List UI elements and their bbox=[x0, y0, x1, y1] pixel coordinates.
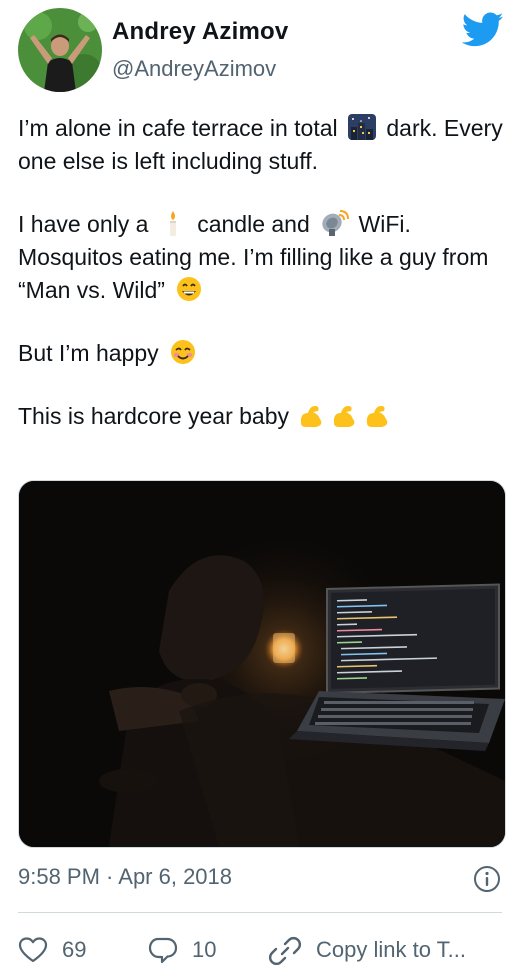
info-icon[interactable] bbox=[472, 864, 502, 894]
twitter-bird-icon[interactable] bbox=[462, 12, 504, 48]
reply-count: 10 bbox=[192, 937, 217, 962]
tweet-text-1a: I’m alone in cafe terrace in total bbox=[18, 115, 338, 141]
link-icon bbox=[268, 936, 302, 965]
tweet-paragraph-1: I’m alone in cafe terrace in total dark.… bbox=[18, 112, 508, 178]
tweet-actions: 69 10 Copy link to T... bbox=[18, 930, 508, 970]
tweet-timestamp[interactable]: 9:58 PM · Apr 6, 2018 bbox=[18, 864, 232, 890]
satellite-antenna-emoji-icon bbox=[322, 210, 350, 236]
flexed-biceps-emoji-icon bbox=[301, 406, 388, 427]
divider bbox=[18, 912, 502, 913]
city-night-emoji-icon bbox=[348, 114, 376, 140]
tweet-text-4: This is hardcore year baby bbox=[18, 403, 290, 429]
avatar[interactable] bbox=[18, 8, 102, 92]
heart-icon bbox=[18, 937, 48, 963]
author-handle[interactable]: @AndreyAzimov bbox=[112, 56, 276, 82]
tweet-paragraph-2: I have only a candle and WiFi. Mosquitos… bbox=[18, 208, 508, 307]
tweet-paragraph-3: But I’m happy bbox=[18, 337, 508, 370]
tweet-paragraph-4: This is hardcore year baby bbox=[18, 400, 508, 433]
tweet-card: Andrey Azimov @AndreyAzimov I’m alone in… bbox=[0, 0, 520, 980]
smiling-blush-emoji-icon bbox=[171, 340, 196, 364]
tweet-photo[interactable] bbox=[18, 480, 506, 848]
author-name[interactable]: Andrey Azimov bbox=[112, 18, 288, 46]
like-button[interactable]: 69 bbox=[18, 930, 86, 970]
candle-emoji-icon bbox=[169, 211, 176, 236]
reply-button[interactable]: 10 bbox=[148, 930, 216, 970]
like-count: 69 bbox=[62, 937, 87, 962]
copy-link-label: Copy link to T... bbox=[316, 937, 466, 962]
tweet-text: I’m alone in cafe terrace in total dark.… bbox=[18, 112, 508, 463]
tweet-text-3: But I’m happy bbox=[18, 340, 159, 366]
copy-link-button[interactable]: Copy link to T... bbox=[268, 930, 466, 970]
tweet-text-2b: candle and bbox=[197, 211, 310, 237]
grinning-emoji-icon bbox=[177, 277, 202, 301]
reply-icon bbox=[148, 937, 178, 964]
tweet-text-2a: I have only a bbox=[18, 211, 149, 237]
